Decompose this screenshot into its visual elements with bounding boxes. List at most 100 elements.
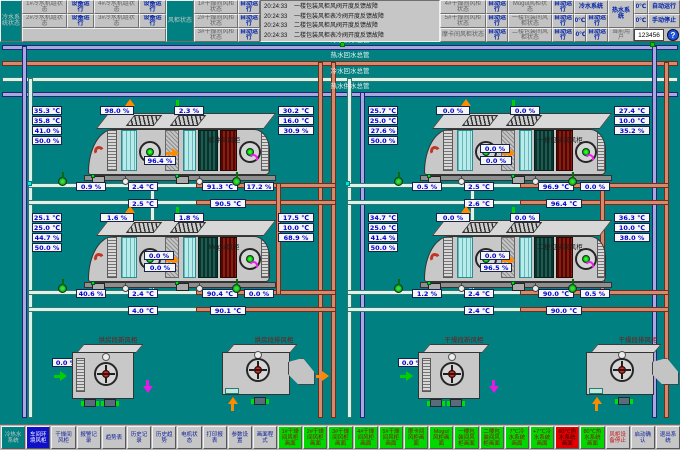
return-air-value-box: 41.4 %	[368, 233, 398, 242]
ahu-status-label: 3#干燥间风柜状态	[194, 28, 238, 42]
damper-value-box: 2.3 %	[174, 106, 204, 115]
hot-run-status: 自动运行	[648, 0, 680, 14]
ahu-status-label: Mogul风柜状态	[508, 0, 552, 14]
damper-actuator[interactable]	[512, 283, 525, 291]
damper-value-box: 98.0 %	[100, 106, 134, 115]
return-air-value-box: 44.7 %	[32, 233, 62, 242]
help-icon[interactable]: ?	[667, 29, 679, 41]
toolbar-button-19[interactable]: 二楼包装间风柜画面	[480, 426, 504, 449]
cooling-coil	[457, 130, 473, 171]
toolbar-button-17[interactable]: Mogul风柜画面	[429, 426, 453, 449]
arrow-head	[60, 371, 67, 381]
mid-value-box: 0.0 %	[480, 144, 510, 153]
toolbar-button-15[interactable]: 5#干燥间风柜画面	[379, 426, 403, 449]
ahu-run-status: 自动运行	[238, 28, 260, 42]
pipe-value-box: 0.0 %	[244, 289, 274, 298]
water-valve-icon[interactable]	[232, 284, 241, 293]
water-valve-icon[interactable]	[232, 177, 241, 186]
toolbar-button-6[interactable]: 历史趋势	[152, 426, 176, 449]
toolbar-button-16[interactable]: 摩卡间风柜画面	[404, 426, 428, 449]
ahu-run-status: 自动运行	[552, 28, 574, 42]
supply-air-value-box: 17.5 ℃	[278, 213, 314, 222]
toolbar-button-14[interactable]: 4#干燥间风柜画面	[354, 426, 378, 449]
supply-air-value-box: 10.0 ℃	[614, 116, 650, 125]
system-status-label: 冷水系统状态	[0, 0, 22, 42]
toolbar-button-23[interactable]: 80℃热水系统画面	[580, 426, 604, 449]
ahu-run-status: 自动运行	[552, 0, 574, 14]
ahu-status-label: 5#干燥间风柜状态	[440, 14, 486, 28]
toolbar-button-3[interactable]: 报警记录	[77, 426, 101, 449]
toolbar-button-24[interactable]: 风柜设备停止	[606, 426, 630, 449]
toolbar-button-4[interactable]: 趋势表	[102, 426, 126, 449]
ahu-unit-1[interactable]: Mogul风柜25.1 ℃25.0 ℃44.7 %50.0 %1.6 %1.8 …	[26, 210, 326, 342]
water-valve-icon[interactable]	[568, 284, 577, 293]
toolbar-button-10[interactable]: 画面程式	[253, 426, 277, 449]
fan-icon[interactable]	[246, 358, 270, 382]
gauge-icon	[458, 285, 465, 292]
arrow-head	[406, 371, 413, 381]
fan-icon[interactable]	[440, 362, 464, 386]
toolbar-button-0[interactable]: 冷热水系统	[1, 426, 25, 449]
toolbar-button-22[interactable]: 60℃热水系统画面	[555, 426, 579, 449]
pipe-value-box: 17.2 %	[244, 182, 274, 191]
arrow-head	[125, 99, 135, 106]
gauge-icon	[196, 285, 203, 292]
pipe-value-box: 90.1 ℃	[210, 306, 246, 315]
ahu-status-label: 摩卡间风柜状态	[440, 28, 486, 42]
intake-arrow-icon	[227, 398, 238, 411]
water-valve-icon[interactable]	[58, 284, 67, 293]
toolbar-button-12[interactable]: 2#干燥间风柜画面	[303, 426, 327, 449]
toolbar-button-8[interactable]: 打印报表	[203, 426, 227, 449]
louver-panel	[443, 237, 453, 278]
alarm-row: 20:24:33一楼包装风柜风阀开度反馈故障	[264, 3, 436, 13]
chiller-status-label: 2#冷水机组状态	[22, 14, 67, 28]
louver-panel	[107, 237, 117, 278]
fan-unit-0[interactable]: 烘房段新风柜0.0 %	[52, 332, 184, 420]
water-valve-icon[interactable]	[568, 177, 577, 186]
fan-unit-2[interactable]: 干燥段新风柜0.0 %	[398, 332, 530, 420]
toolbar-button-20[interactable]: 7℃冷水系统画面	[505, 426, 529, 449]
discharge-chute	[288, 358, 315, 385]
pipe-label-hot-return-main: 热水回水总管	[305, 52, 395, 59]
toolbar-button-18[interactable]: 一楼包装间风柜画面	[454, 426, 478, 449]
ahu-status-label: 二楼包装间风柜状态	[508, 28, 552, 42]
supply-air-value-box: 10.0 ℃	[278, 223, 314, 232]
support-leg	[104, 399, 116, 407]
current-user-value[interactable]: 123456	[634, 29, 664, 41]
fan-unit-3[interactable]: 干燥段排风柜	[572, 332, 680, 420]
alarm-list[interactable]: 20:24:33一楼包装风柜风阀开度反馈故障20:24:33一楼包装风柜表冷阀开…	[260, 0, 440, 42]
toolbar-button-1[interactable]: 车间环境风柜	[26, 426, 50, 449]
toolbar-button-5[interactable]: 历史记录	[127, 426, 151, 449]
grille-panel	[422, 358, 431, 392]
alarm-row: 20:24:33一楼包装风柜表冷阀开度反馈故障	[264, 13, 436, 23]
toolbar-button-9[interactable]: 参数设置	[228, 426, 252, 449]
alarm-text: 二楼包装风柜表冷阀开度反馈故障	[294, 33, 384, 39]
toolbar-button-26[interactable]: 退出系统	[656, 426, 680, 449]
damper-actuator[interactable]	[176, 176, 189, 184]
water-valve-icon[interactable]	[394, 177, 403, 186]
toolbar-button-11[interactable]: 1#干燥间风柜画面	[278, 426, 302, 449]
ahu-unit-3[interactable]: 二楼包装间风柜34.7 ℃25.0 ℃41.4 %50.0 %0.0 %0.0 …	[362, 210, 662, 342]
water-valve-icon[interactable]	[58, 177, 67, 186]
supply-air-value-box: 16.0 ℃	[278, 116, 314, 125]
return-air-value-box: 35.8 ℃	[32, 116, 62, 125]
toolbar-button-13[interactable]: 3#干燥间风柜画面	[328, 426, 352, 449]
toolbar-button-2[interactable]: 干燥间风柜	[51, 426, 75, 449]
toolbar-button-21[interactable]: +7℃冷水系统画面	[530, 426, 554, 449]
damper-value-box: 0.0 %	[510, 213, 540, 222]
water-valve-icon[interactable]	[394, 284, 403, 293]
damper-actuator[interactable]	[512, 176, 525, 184]
fan-icon[interactable]	[610, 358, 634, 382]
pipe-value-box: 0.5 %	[580, 289, 610, 298]
mid-value-box: 0.0 %	[144, 263, 176, 272]
damper-actuator[interactable]	[176, 283, 189, 291]
fan-icon[interactable]	[94, 362, 118, 386]
gauge-icon	[196, 178, 203, 185]
arrow-head	[489, 386, 499, 393]
fan-unit-1[interactable]: 烘房段排风柜	[208, 332, 340, 420]
arrow-head	[322, 371, 329, 381]
pipe-value-box: 0.5 %	[412, 182, 442, 191]
toolbar-button-7[interactable]: 电机状态	[177, 426, 201, 449]
toolbar-button-25[interactable]: 启动确认	[631, 426, 655, 449]
pipe-value-box: 4.0 ℃	[128, 306, 158, 315]
